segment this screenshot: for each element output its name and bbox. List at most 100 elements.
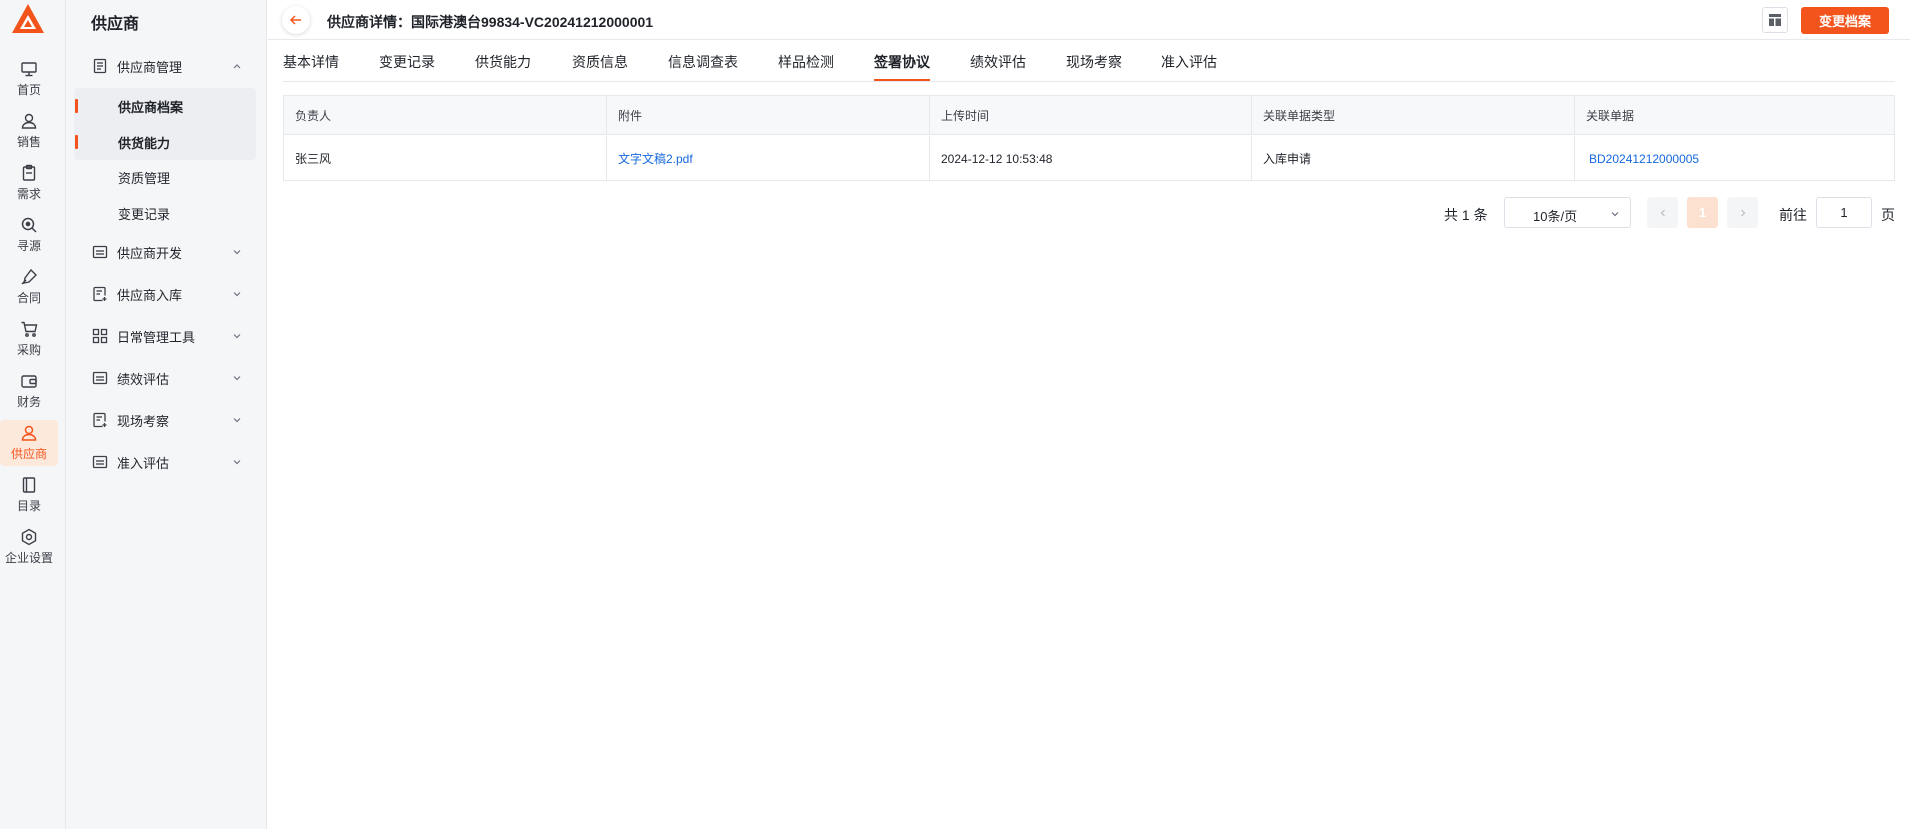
- rail-item-sourcing[interactable]: 寻源: [0, 212, 58, 258]
- column-header-upload-time: 上传时间: [930, 96, 1252, 134]
- page-header: 供应商详情：国际港澳台99834-VC20241212000001 变更档案: [268, 0, 1910, 40]
- chevron-left-icon: [1660, 209, 1665, 216]
- sidebar-group-daily-tools[interactable]: 日常管理工具: [66, 320, 267, 352]
- clipboard-icon: [22, 164, 36, 181]
- rail-item-label: 需求: [16, 187, 41, 201]
- tab-qualification-info[interactable]: 资质信息: [572, 52, 628, 81]
- next-page-button[interactable]: [1727, 197, 1758, 228]
- grid-icon: [92, 328, 108, 344]
- tab-supply-capacity[interactable]: 供货能力: [475, 52, 531, 81]
- sidebar-group-supplier-development[interactable]: 供应商开发: [66, 236, 267, 268]
- sidebar-group-supplier-management[interactable]: 供应商管理: [66, 50, 267, 82]
- card-icon: [92, 455, 108, 469]
- doc-add-icon: [93, 286, 107, 302]
- chevron-down-icon: [233, 292, 241, 297]
- rail-item-label: 销售: [16, 135, 41, 149]
- cell-owner: 张三风: [284, 136, 607, 181]
- tab-sample-testing[interactable]: 样品检测: [778, 52, 834, 81]
- tab-admission-evaluation[interactable]: 准入评估: [1161, 52, 1217, 81]
- chevron-up-icon: [233, 64, 241, 69]
- rail-item-sales[interactable]: 销售: [0, 108, 58, 154]
- attachment-link[interactable]: 文字文稿2.pdf: [618, 150, 693, 167]
- chevron-down-icon: [233, 418, 241, 423]
- rail-item-label: 寻源: [16, 239, 41, 253]
- tab-change-records[interactable]: 变更记录: [379, 52, 435, 81]
- book-icon: [22, 477, 36, 493]
- cart-icon: [21, 321, 38, 337]
- sidebar-group-performance[interactable]: 绩效评估: [66, 362, 267, 394]
- rail-item-home[interactable]: 首页: [0, 56, 58, 102]
- cell-doc-type: 入库申请: [1252, 136, 1575, 181]
- secondary-sidebar: 供应商 供应商管理 供应商档案 供货能力 资质管理 变更记录 供应商开发 供应商…: [66, 0, 267, 829]
- sidebar-item-label: 供应商档案: [118, 99, 184, 115]
- rail-item-purchase[interactable]: 采购: [0, 316, 58, 362]
- change-archive-button[interactable]: 变更档案: [1801, 7, 1889, 34]
- rail-item-finance[interactable]: 财务: [0, 368, 58, 414]
- goto-page-input[interactable]: [1816, 197, 1872, 228]
- tab-survey-form[interactable]: 信息调查表: [668, 52, 738, 81]
- sidebar-group-site-inspection[interactable]: 现场考察: [66, 404, 267, 436]
- goto-label: 前往: [1779, 207, 1807, 223]
- rail-item-contract[interactable]: 合同: [0, 264, 58, 310]
- rail-item-label: 合同: [16, 291, 41, 305]
- layout-toggle-button[interactable]: [1762, 7, 1788, 33]
- sidebar-item-change-records[interactable]: 变更记录: [66, 197, 267, 229]
- sidebar-group-label: 供应商入库: [117, 287, 183, 303]
- agreement-table: 负责人 附件 上传时间 关联单据类型 关联单据 张三风 文字文稿2.pdf 20…: [283, 95, 1895, 181]
- list-icon: [93, 58, 107, 74]
- rail-item-label: 目录: [16, 499, 41, 513]
- arrow-left-icon: [289, 15, 301, 25]
- rail-item-label: 财务: [16, 395, 41, 409]
- table-header: 负责人 附件 上传时间 关联单据类型 关联单据: [284, 96, 1894, 135]
- tab-site-inspection[interactable]: 现场考察: [1066, 52, 1122, 81]
- sidebar-item-qualification-management[interactable]: 资质管理: [66, 161, 267, 193]
- prev-page-button[interactable]: [1647, 197, 1678, 228]
- card-icon: [92, 371, 108, 385]
- tab-signed-agreement[interactable]: 签署协议: [874, 52, 930, 81]
- sidebar-group-supplier-onboarding[interactable]: 供应商入库: [66, 278, 267, 310]
- doc-add-icon: [93, 412, 107, 428]
- column-header-doc-type: 关联单据类型: [1252, 96, 1575, 134]
- rail-item-supplier[interactable]: 供应商: [0, 420, 58, 466]
- sidebar-group-label: 绩效评估: [117, 371, 170, 387]
- page-title: 供应商详情：国际港澳台99834-VC20241212000001: [327, 14, 654, 30]
- active-indicator: [75, 135, 78, 149]
- rail-item-enterprise-settings[interactable]: 企业设置: [0, 524, 58, 570]
- chevron-right-icon: [1740, 209, 1745, 216]
- related-doc-link[interactable]: BD20241212000005: [1589, 152, 1699, 166]
- sidebar-item-supplier-archive[interactable]: 供应商档案: [66, 90, 267, 122]
- page-size-value: 10条/页: [1533, 209, 1578, 224]
- cell-attachment: 文字文稿2.pdf: [607, 136, 930, 181]
- table-row: 张三风 文字文稿2.pdf 2024-12-12 10:53:48 入库申请 B…: [284, 136, 1894, 181]
- column-header-owner: 负责人: [284, 96, 607, 134]
- cell-related-doc: BD20241212000005: [1575, 136, 1894, 181]
- app: 首页 销售 需求 寻源 合同 采购 财务 供应商 目录 企业设置 供应商 供应商…: [0, 0, 1910, 829]
- back-button[interactable]: [282, 6, 310, 34]
- monitor-icon: [21, 62, 37, 77]
- pen-icon: [21, 268, 37, 285]
- page-number-current[interactable]: 1: [1687, 197, 1718, 228]
- sidebar-group-admission[interactable]: 准入评估: [66, 446, 267, 478]
- supplier-icon: [21, 425, 37, 441]
- rail-item-catalog[interactable]: 目录: [0, 472, 58, 518]
- sidebar-title: 供应商: [91, 16, 140, 33]
- sidebar-item-label: 资质管理: [118, 170, 171, 186]
- tab-basic-details[interactable]: 基本详情: [283, 52, 339, 81]
- logo-icon: [12, 4, 44, 33]
- person-icon: [21, 113, 37, 129]
- column-header-related-doc: 关联单据: [1586, 108, 1635, 123]
- rail-item-label: 首页: [16, 83, 41, 97]
- page-size-select[interactable]: 10条/页: [1504, 197, 1631, 228]
- icon-rail: 首页 销售 需求 寻源 合同 采购 财务 供应商 目录 企业设置: [0, 0, 66, 829]
- detail-tabs: 基本详情 变更记录 供货能力 资质信息 信息调查表 样品检测 签署协议 绩效评估…: [283, 41, 1895, 82]
- rail-item-label: 企业设置: [4, 551, 53, 565]
- sidebar-item-label: 变更记录: [118, 206, 171, 222]
- sidebar-item-supply-capacity[interactable]: 供货能力: [66, 126, 267, 158]
- rail-item-demand[interactable]: 需求: [0, 160, 58, 206]
- chevron-down-icon: [1611, 212, 1619, 217]
- chevron-down-icon: [233, 460, 241, 465]
- layout-icon: [1769, 14, 1781, 26]
- chevron-down-icon: [233, 334, 241, 339]
- column-header-attachment: 附件: [607, 96, 930, 134]
- tab-performance-evaluation[interactable]: 绩效评估: [970, 52, 1026, 81]
